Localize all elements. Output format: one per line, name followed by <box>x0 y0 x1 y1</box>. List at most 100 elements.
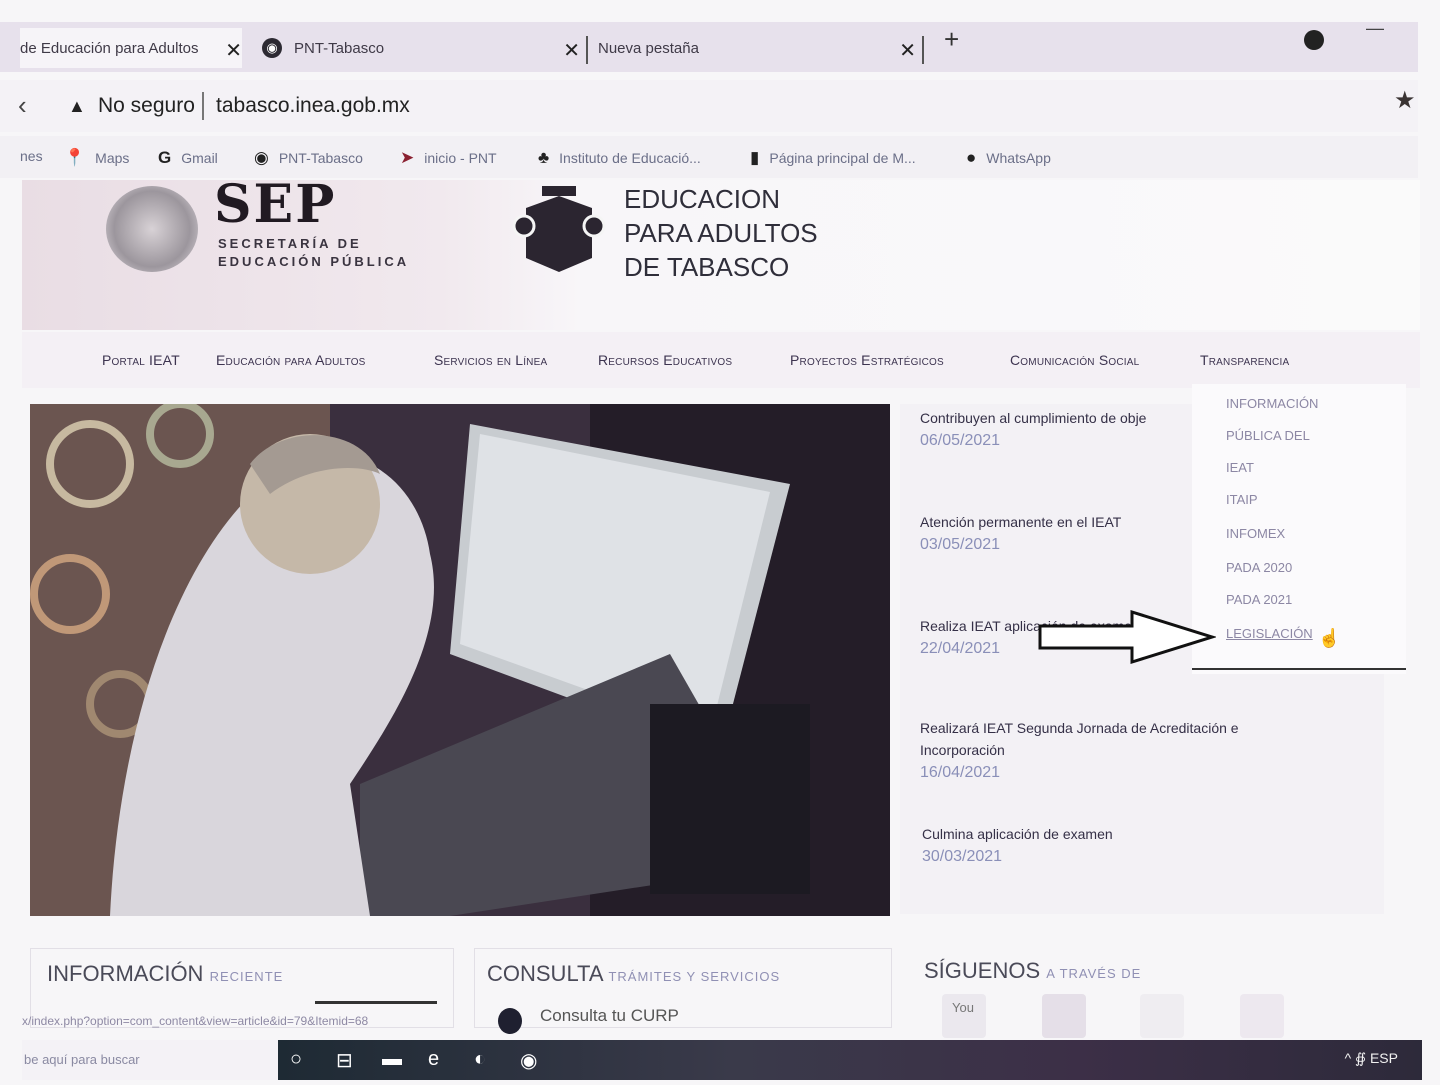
mexico-seal-logo <box>106 186 198 272</box>
institute-icon: ♣ <box>538 148 550 167</box>
globe-icon: ◉ <box>254 148 269 167</box>
minimize-icon[interactable]: — <box>1366 18 1384 39</box>
nav-educacion-adultos[interactable]: Educación para Adultos <box>216 352 366 368</box>
browser-icon[interactable]: ◐ <box>474 1048 486 1071</box>
news-title[interactable]: Atención permanente en el IEAT <box>920 514 1121 530</box>
nav-recursos-educativos[interactable]: Recursos Educativos <box>598 352 732 368</box>
tab-divider <box>922 36 924 64</box>
status-bar-url: x/index.php?option=com_content&view=arti… <box>22 1014 369 1028</box>
office-icon: ▮ <box>750 148 760 167</box>
pnt-icon: ➤ <box>400 148 415 167</box>
bookmark-whatsapp[interactable]: ● WhatsApp <box>966 148 1051 168</box>
siguenos-heading: SÍGUENOS A TRAVÉS DE <box>924 958 1141 984</box>
tab-educacion-adultos[interactable]: de Educación para Adultos ✕ <box>20 28 242 68</box>
news-title[interactable]: Culmina aplicación de examen <box>922 826 1113 842</box>
nav-servicios-en-linea[interactable]: Servicios en Línea <box>434 352 547 368</box>
edge-icon[interactable]: e <box>428 1048 439 1071</box>
hand-cursor-icon: ☝ <box>1318 628 1341 648</box>
screenshot-page: de Educación para Adultos ✕ ◉ PNT-Tabasc… <box>0 0 1440 1085</box>
close-tab-icon[interactable]: ✕ <box>225 38 242 63</box>
bookmark-pagina-principal[interactable]: ▮ Página principal de M... <box>750 148 916 168</box>
back-arrow-icon[interactable]: ‹ <box>18 90 27 121</box>
panel-underline <box>315 1001 437 1004</box>
whatsapp-icon: ● <box>966 148 977 167</box>
profile-icon[interactable] <box>1304 30 1324 50</box>
tab-label: de Educación para Adultos <box>20 39 199 57</box>
warning-icon[interactable]: ▲ <box>68 96 86 117</box>
tab-pnt-tabasco[interactable]: ◉ PNT-Tabasco ✕ <box>262 28 580 68</box>
dropdown-item-itaip[interactable]: ITAIP <box>1226 492 1258 507</box>
cortana-icon[interactable]: ○ <box>290 1048 302 1071</box>
consulta-panel: CONSULTA TRÁMITES Y SERVICIOS <box>474 948 892 1028</box>
sep-subtitle: EDUCACIÓN PÚBLICA <box>218 254 410 269</box>
ieat-title: PARA ADULTOS <box>624 218 818 248</box>
dropdown-item-legislacion[interactable]: LEGISLACIÓN <box>1226 626 1313 641</box>
dropdown-item-pada-2020[interactable]: PADA 2020 <box>1226 560 1292 575</box>
bookmarks-bar: nes 📍 Maps G Gmail ◉ PNT-Tabasco ➤ inici… <box>0 136 1418 178</box>
sep-logo[interactable]: SEP <box>214 174 336 235</box>
dropdown-item-ieat[interactable]: IEAT <box>1226 460 1254 475</box>
panel-title: INFORMACIÓN <box>47 961 204 986</box>
globe-icon: ◉ <box>262 38 282 58</box>
chrome-icon[interactable]: ◉ <box>520 1048 537 1073</box>
news-title-continued[interactable]: Incorporación <box>920 742 1005 758</box>
curp-icon[interactable] <box>498 1008 522 1034</box>
bookmark-maps[interactable]: 📍 Maps <box>64 148 129 168</box>
news-date: 06/05/2021 <box>920 432 1001 449</box>
transparencia-dropdown: INFORMACIÓN PÚBLICA DEL IEAT ITAIP INFOM… <box>1192 384 1406 674</box>
system-tray[interactable]: ^ ∯ ESP <box>1345 1050 1398 1067</box>
close-tab-icon[interactable]: ✕ <box>563 38 580 63</box>
bookmark-star-icon[interactable]: ★ <box>1394 86 1416 115</box>
dropdown-item-infomex[interactable]: INFOMEX <box>1226 526 1285 541</box>
panel-subtitle: A TRAVÉS DE <box>1046 966 1142 981</box>
nav-transparencia[interactable]: Transparencia <box>1200 352 1289 368</box>
security-label[interactable]: No seguro <box>98 94 195 118</box>
map-pin-icon: 📍 <box>64 148 86 167</box>
bookmark-item[interactable]: nes <box>20 148 43 164</box>
task-view-icon[interactable]: ⊟ <box>336 1048 353 1073</box>
hero-photo[interactable] <box>30 404 890 916</box>
address-divider <box>202 92 204 120</box>
instagram-icon[interactable] <box>1240 994 1284 1038</box>
tab-label: PNT-Tabasco <box>294 39 385 57</box>
news-title[interactable]: Contribuyen al cumplimiento de obje <box>920 410 1146 426</box>
panel-subtitle: RECIENTE <box>209 969 284 984</box>
flickr-icon[interactable] <box>1140 994 1184 1038</box>
panel-title: SÍGUENOS <box>924 958 1041 983</box>
ieat-title: DE TABASCO <box>624 252 790 282</box>
dropdown-item-informacion[interactable]: INFORMACIÓN <box>1226 396 1318 411</box>
bookmark-gmail[interactable]: G Gmail <box>158 148 218 168</box>
main-nav: Portal IEAT Educación para Adultos Servi… <box>22 332 1420 388</box>
bookmark-inicio-pnt[interactable]: ➤ inicio - PNT <box>400 148 497 168</box>
new-tab-button[interactable]: + <box>944 26 959 52</box>
dropdown-item-pada-2021[interactable]: PADA 2021 <box>1226 592 1292 607</box>
file-explorer-icon[interactable]: ▬ <box>382 1048 402 1071</box>
news-date: 22/04/2021 <box>920 640 1001 657</box>
arrow-annotation-icon <box>1038 609 1216 665</box>
dropdown-item-publica[interactable]: PÚBLICA DEL <box>1226 428 1310 443</box>
news-title[interactable]: Realizará IEAT Segunda Jornada de Acredi… <box>920 720 1239 736</box>
windows-taskbar: ○ ⊟ ▬ e ◐ ◉ ^ ∯ ESP <box>278 1040 1422 1080</box>
sep-subtitle: SECRETARÍA DE <box>218 236 362 251</box>
bookmark-pnt-tabasco[interactable]: ◉ PNT-Tabasco <box>254 148 363 168</box>
youtube-icon[interactable]: You <box>942 994 986 1038</box>
news-date: 30/03/2021 <box>922 848 1003 865</box>
bookmark-instituto[interactable]: ♣ Instituto de Educació... <box>538 148 701 168</box>
browser-tab-bar: de Educación para Adultos ✕ ◉ PNT-Tabasc… <box>0 22 1418 72</box>
tab-divider <box>586 36 588 64</box>
panel-subtitle: TRÁMITES Y SERVICIOS <box>608 969 781 984</box>
consulta-curp-link[interactable]: Consulta tu CURP <box>540 1006 679 1026</box>
taskbar-search-box[interactable]: be aquí para buscar <box>22 1040 278 1080</box>
google-icon: G <box>158 148 172 167</box>
nav-comunicacion-social[interactable]: Comunicación Social <box>1010 352 1139 368</box>
nav-proyectos-estrategicos[interactable]: Proyectos Estratégicos <box>790 352 944 368</box>
ieat-logo[interactable] <box>512 186 606 274</box>
address-bar: ‹ ▲ No seguro tabasco.inea.gob.mx ★ <box>0 80 1418 132</box>
close-tab-icon[interactable]: ✕ <box>899 38 916 63</box>
news-date: 03/05/2021 <box>920 536 1001 553</box>
facebook-icon[interactable] <box>1042 994 1086 1038</box>
url-field[interactable]: tabasco.inea.gob.mx <box>216 94 410 118</box>
nav-portal-ieat[interactable]: Portal IEAT <box>102 352 180 368</box>
news-date: 16/04/2021 <box>920 764 1001 781</box>
tab-nueva-pestana[interactable]: Nueva pestaña ✕ <box>598 28 916 68</box>
